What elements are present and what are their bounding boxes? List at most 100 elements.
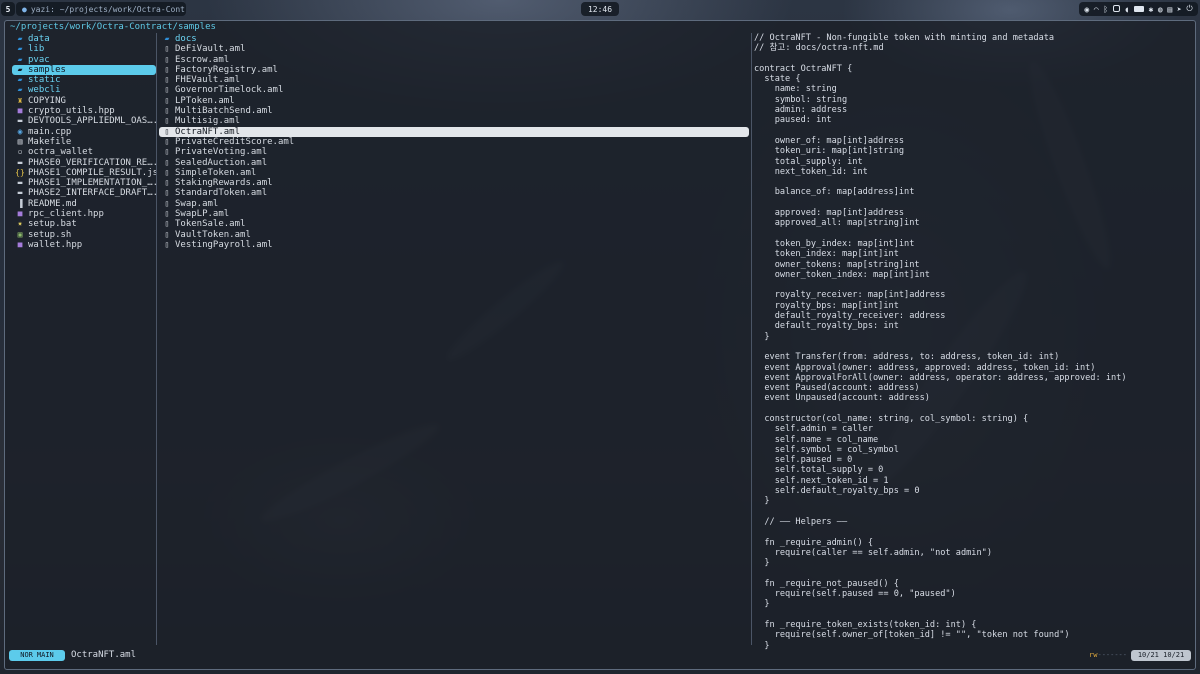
file-entry[interactable]: ▫ octra_wallet xyxy=(12,147,156,157)
file-entry[interactable]: ▯ StakingRewards.aml xyxy=(159,178,749,188)
entry-name: StakingRewards.aml xyxy=(175,178,273,189)
code-line: fn _require_not_paused() { xyxy=(754,578,899,589)
entry-name: VaultToken.aml xyxy=(175,229,251,240)
entry-name: DEVTOOLS_APPLIEDML_OAS….md xyxy=(28,116,156,127)
file-entry[interactable]: ▯ VestingPayroll.aml xyxy=(159,240,749,250)
entry-name: data xyxy=(28,34,50,44)
directory-entry[interactable]: ▰ data xyxy=(12,34,156,44)
directory-entry[interactable]: ▰ static xyxy=(12,75,156,85)
bluetooth-icon[interactable]: ᛒ xyxy=(1103,5,1108,14)
file-entry[interactable]: ▯ FactoryRegistry.aml xyxy=(159,65,749,75)
folder-icon: ▰ xyxy=(17,34,23,43)
file-entry[interactable]: ▯ Multisig.aml xyxy=(159,116,749,126)
file-entry[interactable]: ▬ DEVTOOLS_APPLIEDML_OAS….md xyxy=(12,116,156,126)
code-line: self.symbol = col_symbol xyxy=(754,444,899,455)
file-entry[interactable]: ▬ PHASE1_IMPLEMENTATION_….md xyxy=(12,178,156,188)
entry-name: SwapLP.aml xyxy=(175,209,230,220)
file-entry[interactable]: ▯ Swap.aml xyxy=(159,199,749,209)
screen-icon[interactable] xyxy=(1112,4,1120,14)
directory-entry[interactable]: ▰ webcli xyxy=(12,85,156,95)
file-entry[interactable]: ▐ README.md xyxy=(12,199,156,209)
file-entry[interactable]: ▯ PrivateCreditScore.aml xyxy=(159,137,749,147)
file-entry[interactable]: ▯ TokenSale.aml xyxy=(159,219,749,229)
directory-entry[interactable]: ▰ docs xyxy=(159,34,749,44)
code-line: approved_all: map[string]int xyxy=(754,218,920,229)
file-entry[interactable]: ◉ main.cpp xyxy=(12,127,156,137)
file-entry[interactable]: ▬ PHASE0_VERIFICATION_RE….md xyxy=(12,158,156,168)
file-entry[interactable]: ▯ GovernorTimelock.aml xyxy=(159,85,749,95)
file-entry[interactable]: ▯ FHEVault.aml xyxy=(159,75,749,85)
wifi-icon[interactable]: ◠ xyxy=(1094,5,1099,14)
workspace-indicator[interactable]: 5 xyxy=(1,2,15,16)
battery-icon[interactable] xyxy=(1133,5,1144,14)
license-icon: ♜ xyxy=(17,95,23,105)
entry-name: VestingPayroll.aml xyxy=(175,239,273,250)
column-divider xyxy=(751,33,752,645)
file-entry[interactable]: {} PHASE1_COMPILE_RESULT.json xyxy=(12,168,156,178)
code-line: self.next_token_id = 1 xyxy=(754,475,889,486)
file-entry[interactable]: ▯ StandardToken.aml xyxy=(159,188,749,198)
aml-file-icon: ▯ xyxy=(164,198,170,208)
code-line: owner_token_index: map[int]int xyxy=(754,269,930,280)
code-line: self.name = col_name xyxy=(754,434,879,445)
directory-entry[interactable]: ▰ samples xyxy=(12,64,156,76)
file-entry[interactable]: ▥ Makefile xyxy=(12,137,156,147)
aml-file-icon: ▯ xyxy=(164,75,170,85)
file-entry[interactable]: ▬ PHASE2_INTERFACE_DRAFT….md xyxy=(12,188,156,198)
aml-file-icon: ▯ xyxy=(164,106,170,116)
file-entry[interactable]: ♜ COPYING xyxy=(12,96,156,106)
entry-name: MultiBatchSend.aml xyxy=(175,106,273,117)
file-entry[interactable]: ▯ Escrow.aml xyxy=(159,55,749,65)
file-entry[interactable]: ■ rpc_client.hpp xyxy=(12,209,156,219)
file-entry[interactable]: ▯ SimpleToken.aml xyxy=(159,168,749,178)
markdown-file-icon: ▬ xyxy=(17,157,23,167)
code-line: // —— Helpers —— xyxy=(754,516,848,527)
mode-badge: NOR MAIN xyxy=(9,650,65,661)
active-window-title: ● yazi: ~/projects/work/Octra-Contract/s… xyxy=(16,2,186,16)
file-entry[interactable]: ▯ VaultToken.aml xyxy=(159,230,749,240)
aml-file-icon: ▯ xyxy=(164,147,170,157)
code-line: royalty_bps: map[int]int xyxy=(754,300,899,311)
file-entry[interactable]: ▣ setup.sh xyxy=(12,230,156,240)
parent-directory-list: ▰ data ▰ lib ▰ pvac ▰ samples ▰ static ▰ webcli ♜ COP… xyxy=(12,34,156,250)
file-entry[interactable]: ▯ SealedAuction.aml xyxy=(159,158,749,168)
steam-icon[interactable]: ◍ xyxy=(1158,5,1163,14)
record-icon[interactable]: ◉ xyxy=(1084,5,1089,14)
file-entry[interactable]: ▯ SwapLP.aml xyxy=(159,209,749,219)
file-entry[interactable]: ▯ OctraNFT.aml xyxy=(159,126,749,137)
file-entry[interactable]: ▯ PrivateVoting.aml xyxy=(159,147,749,157)
hpp-file-icon: ■ xyxy=(17,209,23,219)
volume-icon[interactable]: ◖ xyxy=(1124,5,1129,14)
file-entry[interactable]: ▯ DeFiVault.aml xyxy=(159,44,749,54)
code-line: fn _require_token_exists(token_id: int) … xyxy=(754,619,977,630)
markdown-file-icon: ▬ xyxy=(17,178,23,188)
file-entry[interactable]: ■ wallet.hpp xyxy=(12,240,156,250)
file-entry[interactable]: ■ crypto_utils.hpp xyxy=(12,106,156,116)
current-directory-list: ▰ docs ▯ DeFiVault.aml ▯ Escrow.aml ▯ FactoryRe… xyxy=(159,34,749,250)
folder-icon: ▰ xyxy=(17,64,23,74)
entry-name: PrivateCreditScore.aml xyxy=(175,136,295,147)
code-line: token_by_index: map[int]int xyxy=(754,238,915,249)
send-icon[interactable]: ➤ xyxy=(1177,5,1182,14)
directory-entry[interactable]: ▰ lib xyxy=(12,44,156,54)
top-bar: 5 ● yazi: ~/projects/work/Octra-Contract… xyxy=(0,0,1200,18)
aml-file-icon: ▯ xyxy=(164,219,170,229)
entry-name: SealedAuction.aml xyxy=(175,157,268,168)
directory-entry[interactable]: ▰ pvac xyxy=(12,55,156,65)
code-line: owner_of: map[int]address xyxy=(754,135,905,146)
entry-name: setup.sh xyxy=(28,229,72,240)
code-line: state { xyxy=(754,74,801,85)
file-entry[interactable]: ✷ setup.bat xyxy=(12,219,156,229)
permission-dashes: ------- xyxy=(1097,651,1127,659)
clock[interactable]: 12:46 xyxy=(581,2,619,16)
file-entry[interactable]: ▯ MultiBatchSend.aml xyxy=(159,106,749,116)
power-icon[interactable]: ⏻ xyxy=(1186,4,1192,14)
file-entry[interactable]: ▯ LPToken.aml xyxy=(159,96,749,106)
notification-icon[interactable]: ▤ xyxy=(1167,5,1172,14)
settings-icon[interactable]: ✱ xyxy=(1148,5,1153,14)
